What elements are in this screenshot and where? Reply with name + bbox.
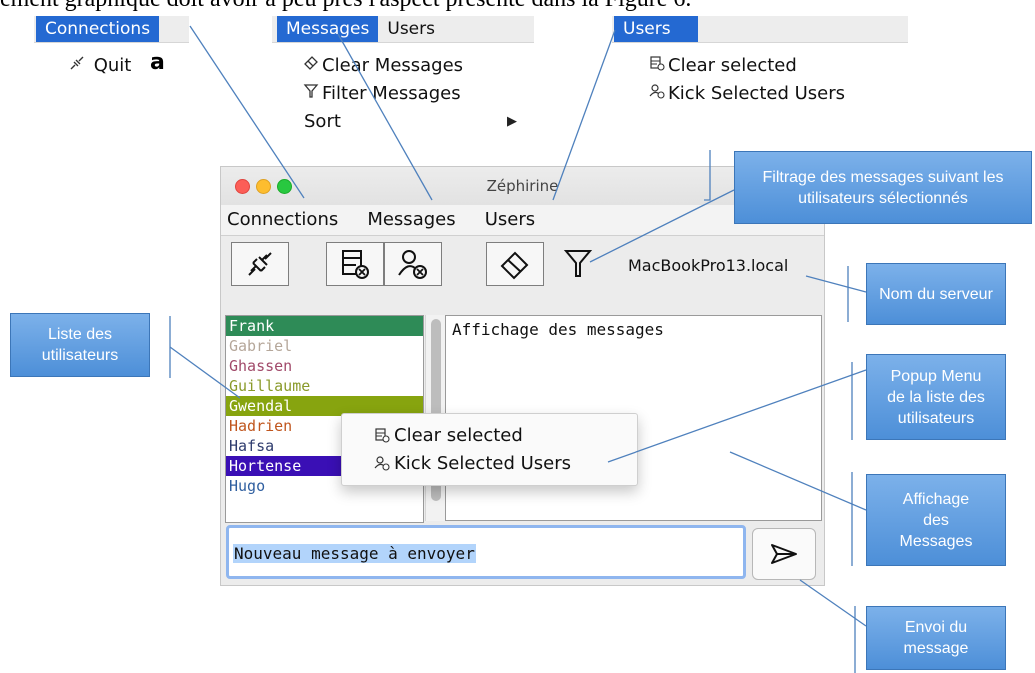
- menubar-users[interactable]: Users: [485, 205, 535, 235]
- users-menu-strip: Users: [612, 16, 908, 43]
- app-window: Zéphirine Connections Messages Users Mac…: [220, 166, 825, 586]
- menubar-messages[interactable]: Messages: [367, 205, 455, 235]
- clear-list-icon: [646, 52, 668, 80]
- filter-icon: [563, 250, 593, 277]
- cropped-text-fragment: a: [150, 50, 165, 75]
- clear-selected-button[interactable]: [326, 242, 384, 286]
- callout-messages: Affichage des Messages: [866, 474, 1006, 566]
- send-button[interactable]: [752, 528, 816, 580]
- message-input-text: Nouveau message à envoyer: [233, 544, 476, 563]
- user-list-item[interactable]: Ghassen: [226, 356, 423, 376]
- menu-title-users[interactable]: Users: [378, 16, 444, 42]
- menu-item-quit[interactable]: Quit: [66, 52, 131, 80]
- menu-item-filter-messages[interactable]: Filter Messages: [300, 80, 461, 108]
- menu-item-quit-label: Quit: [93, 55, 132, 76]
- menu-title-connections[interactable]: Connections: [36, 16, 160, 42]
- menubar-connections[interactable]: Connections: [227, 205, 338, 235]
- kick-user-icon: [646, 80, 668, 108]
- users-popup-menu: Clear selected Kick Selected Users: [341, 413, 638, 486]
- callout-filter: Filtrage des messages suivant les utilis…: [734, 151, 1032, 224]
- toolbar: MacBookPro13.local: [221, 236, 824, 290]
- eraser-icon: [300, 52, 322, 80]
- eraser-icon: [500, 251, 529, 280]
- user-list-item[interactable]: Guillaume: [226, 376, 423, 396]
- popup-item-kick-selected-users-label: Kick Selected Users: [394, 453, 572, 474]
- callout-send: Envoi du message: [866, 606, 1006, 670]
- callout-users-list: Liste des utilisateurs: [10, 313, 150, 377]
- clear-list-icon: [375, 428, 390, 443]
- messages-menu-strip: Messages Users: [272, 16, 534, 43]
- clear-list-icon: [342, 250, 369, 279]
- menu-item-clear-selected-label: Clear selected: [668, 55, 797, 76]
- menu-item-sort[interactable]: Sort: [304, 108, 341, 136]
- callout-server: Nom du serveur: [866, 263, 1006, 325]
- popup-item-clear-selected-label: Clear selected: [394, 425, 523, 446]
- menu-item-clear-messages-label: Clear Messages: [322, 55, 464, 76]
- send-icon: [771, 544, 797, 564]
- menu-item-filter-messages-label: Filter Messages: [322, 83, 461, 104]
- menu-title-users-selected[interactable]: Users: [614, 16, 698, 42]
- menu-item-clear-selected[interactable]: Clear selected: [646, 52, 797, 80]
- callout-popup-menu: Popup Menu de la liste des utilisateurs: [866, 354, 1006, 440]
- kick-user-icon: [398, 250, 427, 279]
- filter-icon: [300, 80, 322, 108]
- popup-item-clear-selected[interactable]: Clear selected: [374, 425, 523, 446]
- clear-messages-button[interactable]: [486, 242, 544, 286]
- connections-menu-strip: Connections: [34, 16, 189, 43]
- plug-disconnect-icon: [248, 252, 272, 276]
- menu-item-kick-selected-users-label: Kick Selected Users: [668, 83, 846, 104]
- user-list-item[interactable]: Gabriel: [226, 336, 423, 356]
- kick-user-icon: [374, 456, 390, 471]
- menu-item-kick-selected-users[interactable]: Kick Selected Users: [646, 80, 845, 108]
- disconnect-button[interactable]: [231, 242, 289, 286]
- menu-title-messages[interactable]: Messages: [277, 16, 379, 42]
- filter-toggle[interactable]: [561, 246, 595, 280]
- server-name-label: MacBookPro13.local: [628, 256, 789, 275]
- menu-item-clear-messages[interactable]: Clear Messages: [300, 52, 463, 80]
- messages-placeholder: Affichage des messages: [452, 320, 664, 339]
- menu-item-sort-label: Sort: [304, 111, 341, 132]
- kick-users-button[interactable]: [384, 242, 442, 286]
- user-list-item[interactable]: Frank: [226, 316, 423, 336]
- submenu-arrow-icon: ▶: [507, 114, 517, 129]
- popup-item-kick-selected-users[interactable]: Kick Selected Users: [374, 453, 571, 474]
- plug-disconnect-icon: [66, 52, 88, 80]
- message-input[interactable]: Nouveau message à envoyer: [226, 525, 746, 579]
